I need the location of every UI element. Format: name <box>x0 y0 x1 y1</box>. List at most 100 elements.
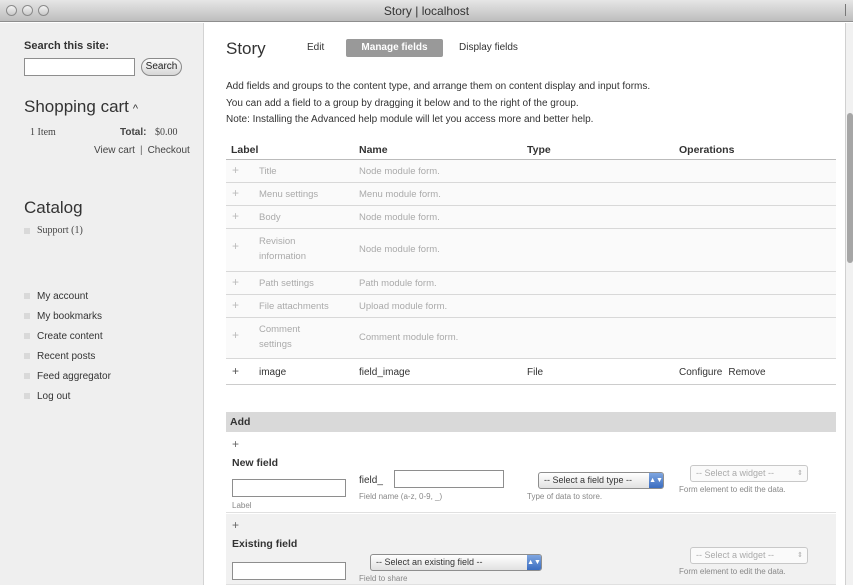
drag-handle-icon[interactable]: + <box>232 364 239 378</box>
shopping-cart-title[interactable]: Shopping cart ^ <box>24 97 138 117</box>
bullet-icon <box>24 353 30 360</box>
widget-select-value: -- Select a widget -- <box>696 468 775 478</box>
field-label: Path settings <box>259 278 314 289</box>
help-text: Add fields and groups to the content typ… <box>226 79 650 129</box>
field-name: field_image <box>359 367 411 378</box>
field-name: Node module form. <box>359 244 440 255</box>
tab-manage-fields[interactable]: Manage fields <box>346 39 443 57</box>
user-navigation: My account My bookmarks Create content R… <box>24 290 111 410</box>
existing-field-widget-select[interactable]: -- Select a widget -- ⇕ <box>690 547 808 564</box>
tab-edit[interactable]: Edit <box>307 42 324 53</box>
nav-item-my-bookmarks[interactable]: My bookmarks <box>24 310 111 330</box>
new-field-name-input[interactable] <box>394 470 504 488</box>
new-field-title: New field <box>232 457 279 469</box>
page-title: Story <box>226 39 266 58</box>
bullet-icon <box>24 293 30 300</box>
new-field-widget-hint: Form element to edit the data. <box>679 485 786 494</box>
nav-item-label: My account <box>37 291 89 302</box>
drag-handle-icon[interactable]: + <box>232 298 239 312</box>
add-section-heading: Add <box>226 412 836 432</box>
search-button[interactable]: Search <box>141 58 182 76</box>
collapse-caret-icon[interactable]: ^ <box>133 103 138 115</box>
configure-link[interactable]: Configure <box>679 367 722 378</box>
select-arrow-icon: ▲▼ <box>527 555 541 570</box>
field-name-prefix: field_ <box>359 475 383 486</box>
nav-item-feed-aggregator[interactable]: Feed aggregator <box>24 370 111 390</box>
field-type-hint: Type of data to store. <box>527 492 603 501</box>
field-name: Path module form. <box>359 278 437 289</box>
help-line: You can add a field to a group by draggi… <box>226 97 579 109</box>
nav-item-create-content[interactable]: Create content <box>24 330 111 350</box>
nav-item-label: My bookmarks <box>37 311 103 322</box>
drag-handle-icon[interactable]: + <box>232 275 239 289</box>
field-name: Menu module form. <box>359 189 441 200</box>
field-label: Title <box>259 166 277 177</box>
vertical-scrollbar[interactable] <box>845 23 853 585</box>
nav-item-label: Feed aggregator <box>37 371 111 382</box>
new-field-widget-select[interactable]: -- Select a widget -- ⇕ <box>690 465 808 482</box>
help-line: Add fields and groups to the content typ… <box>226 81 651 92</box>
checkout-link[interactable]: Checkout <box>148 145 190 156</box>
add-new-field-row: + New field Label field_ Field name (a-z… <box>226 433 836 513</box>
existing-field-select[interactable]: -- Select an existing field -- ▲▼ <box>370 554 542 571</box>
drag-handle-icon[interactable]: + <box>232 328 239 342</box>
widget-select-value: -- Select a widget -- <box>696 550 775 560</box>
table-row: + Comment settings Comment module form. <box>226 318 836 359</box>
remove-link[interactable]: Remove <box>728 367 765 378</box>
nav-item-label: Log out <box>37 391 71 402</box>
select-arrow-icon: ⇕ <box>797 552 803 559</box>
field-label: Comment settings <box>259 324 301 350</box>
table-row: + Path settings Path module form. <box>226 272 836 295</box>
field-name: Node module form. <box>359 212 440 223</box>
window-title: Story | localhost <box>383 4 470 18</box>
column-header-name: Name <box>359 144 388 156</box>
new-field-label-input[interactable] <box>232 479 346 497</box>
tab-display-fields[interactable]: Display fields <box>459 42 518 53</box>
drag-handle-icon[interactable]: + <box>232 186 239 200</box>
table-row: + File attachments Upload module form. <box>226 295 836 318</box>
catalog-title: Catalog <box>24 198 83 217</box>
field-name: Node module form. <box>359 166 440 177</box>
drag-handle-icon[interactable]: + <box>232 437 239 451</box>
field-operations: Configure Remove <box>679 365 772 380</box>
bullet-icon <box>24 333 30 340</box>
table-row: + Menu settings Menu module form. <box>226 183 836 206</box>
drag-handle-icon[interactable]: + <box>232 163 239 177</box>
cart-link-separator: | <box>139 145 143 156</box>
field-label: Menu settings <box>259 189 319 200</box>
nav-item-recent-posts[interactable]: Recent posts <box>24 350 111 370</box>
table-row-image: + image field_image File Configure Remove <box>226 359 836 385</box>
bullet-icon <box>24 227 30 234</box>
view-cart-link[interactable]: View cart <box>94 145 135 156</box>
select-arrow-icon: ⇕ <box>797 470 803 477</box>
catalog-item-support[interactable]: Support (1) <box>24 225 83 236</box>
scrollbar-thumb[interactable] <box>847 113 853 263</box>
drag-handle-icon[interactable]: + <box>232 518 239 532</box>
field-name: Upload module form. <box>359 301 448 312</box>
drag-handle-icon[interactable]: + <box>232 239 239 253</box>
nav-item-label: Recent posts <box>37 351 96 362</box>
field-type: File <box>527 367 544 378</box>
help-line: Note: Installing the Advanced help modul… <box>226 114 594 125</box>
catalog-item-label: Support (1) <box>37 225 83 236</box>
nav-item-my-account[interactable]: My account <box>24 290 111 310</box>
existing-field-widget-hint: Form element to edit the data. <box>679 567 786 576</box>
field-label: Body <box>259 212 281 223</box>
cart-item-count: 1 Item <box>30 127 56 138</box>
toolbar-toggle-icon[interactable] <box>845 4 851 16</box>
existing-field-hint: Field to share <box>359 574 408 583</box>
select-arrow-icon: ▲▼ <box>649 473 663 488</box>
cart-total-label: Total: <box>120 127 147 138</box>
field-label: File attachments <box>259 301 329 312</box>
window-titlebar: Story | localhost <box>0 0 853 22</box>
search-input[interactable] <box>24 58 135 76</box>
field-type-select[interactable]: -- Select a field type -- ▲▼ <box>538 472 664 489</box>
column-header-operations: Operations <box>679 144 735 156</box>
fields-table: Label Name Type Operations + Title Node … <box>226 142 836 385</box>
existing-field-label-input[interactable] <box>232 562 346 580</box>
nav-item-log-out[interactable]: Log out <box>24 390 111 410</box>
table-row: + Revision information Node module form. <box>226 229 836 272</box>
table-header: Label Name Type Operations <box>226 142 836 160</box>
drag-handle-icon[interactable]: + <box>232 209 239 223</box>
bullet-icon <box>24 313 30 320</box>
